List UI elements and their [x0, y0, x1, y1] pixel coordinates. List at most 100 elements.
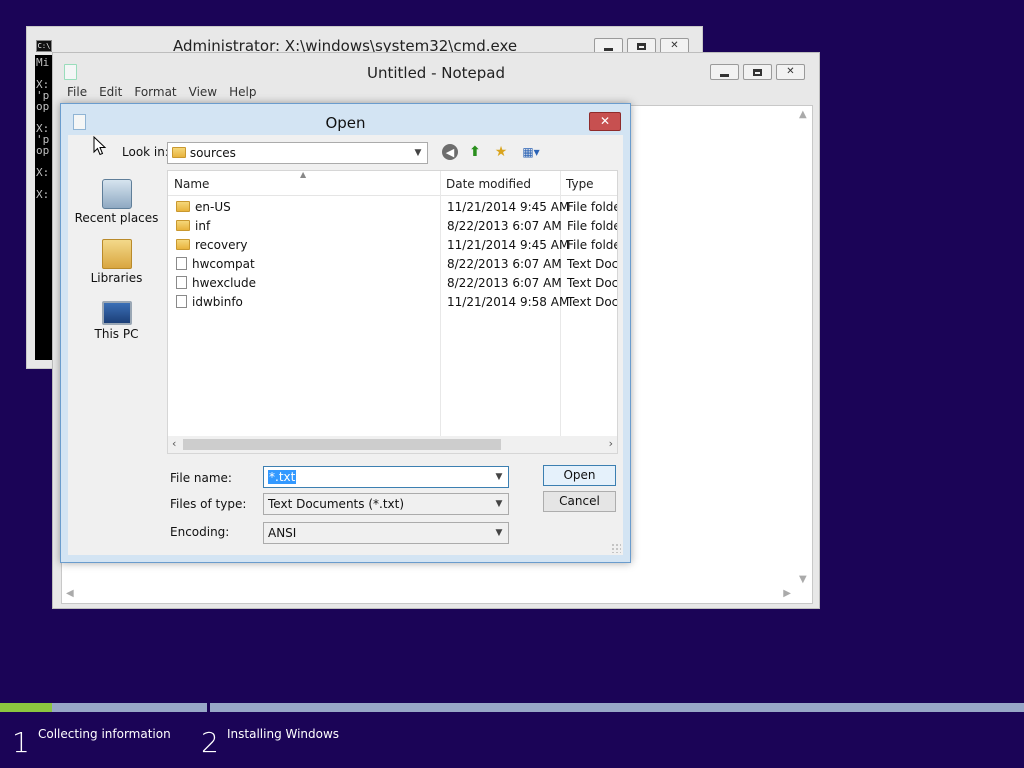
sort-ascending-icon: ▲ — [300, 170, 307, 179]
files-of-type-label: Files of type: — [170, 497, 247, 511]
folder-icon — [172, 147, 186, 158]
file-date: 8/22/2013 6:07 AM — [447, 276, 562, 290]
file-name-input[interactable]: *.txt ▼ — [263, 466, 509, 488]
column-header-name[interactable]: Name ▲ — [168, 171, 440, 196]
folder-icon — [176, 220, 190, 231]
file-list[interactable]: Name ▲ Date modified Type en-US 11/21/20… — [167, 170, 618, 454]
file-date: 8/22/2013 6:07 AM — [447, 257, 562, 271]
menu-help[interactable]: Help — [223, 83, 262, 103]
scroll-up-icon[interactable]: ▲ — [799, 109, 807, 120]
column-header-label: Date modified — [446, 177, 532, 191]
maximize-icon — [637, 42, 646, 50]
resize-grip[interactable] — [611, 543, 621, 553]
file-date: 11/21/2014 9:45 AM — [447, 238, 570, 252]
file-name: en-US — [195, 200, 231, 214]
scroll-down-icon[interactable]: ▼ — [799, 574, 807, 585]
file-row-idwbinfo[interactable]: idwbinfo 11/21/2014 9:58 AM Text Docu — [168, 293, 618, 312]
dialog-body: Look in: sources ▼ ◀ ⬆ ★ ▦▾ Recent place… — [68, 135, 623, 555]
this-pc-icon — [101, 301, 132, 325]
column-header-type[interactable]: Type — [560, 171, 617, 196]
file-type: Text Docu — [567, 295, 618, 309]
notepad-minimize-button[interactable] — [710, 64, 739, 80]
step-label: Installing Windows — [227, 727, 340, 741]
new-folder-button[interactable]: ★ — [492, 143, 510, 161]
look-in-label: Look in: — [122, 145, 169, 159]
dialog-close-button[interactable]: ✕ — [589, 112, 621, 131]
scroll-left-icon[interactable]: ◀ — [66, 588, 74, 599]
libraries-icon — [101, 239, 132, 269]
text-document-icon — [176, 295, 187, 308]
file-row-en-us[interactable]: en-US 11/21/2014 9:45 AM File folder — [168, 198, 617, 217]
close-icon: ✕ — [670, 40, 679, 51]
place-libraries[interactable]: Libraries — [68, 239, 165, 285]
menu-format[interactable]: Format — [128, 83, 182, 103]
dialog-toolbar: ◀ ⬆ ★ ▦▾ — [442, 143, 544, 161]
maximize-icon — [753, 68, 762, 76]
file-name: idwbinfo — [192, 295, 243, 309]
menu-file[interactable]: File — [61, 83, 93, 103]
close-icon: ✕ — [599, 114, 611, 128]
scroll-left-icon[interactable]: ‹ — [172, 437, 176, 450]
back-arrow-icon: ◀ — [445, 145, 455, 159]
file-name: hwcompat — [192, 257, 255, 271]
notepad-vertical-scrollbar[interactable]: ▲ ▼ — [795, 106, 812, 588]
scrollbar-thumb[interactable] — [183, 439, 501, 450]
mouse-cursor-icon — [93, 136, 107, 156]
progress-segment-installing — [210, 703, 1024, 712]
step-label: Collecting information — [38, 727, 171, 741]
file-date: 11/21/2014 9:45 AM — [447, 200, 570, 214]
file-name-value: *.txt — [268, 470, 297, 484]
chevron-down-icon[interactable]: ▼ — [492, 469, 506, 485]
notepad-maximize-button[interactable] — [743, 64, 772, 80]
files-of-type-dropdown[interactable]: Text Documents (*.txt) ▼ — [263, 493, 509, 515]
file-type: File folder — [567, 200, 617, 214]
progress-segment-collecting — [0, 703, 207, 712]
notepad-title: Untitled - Notepad — [366, 64, 506, 82]
place-this-pc[interactable]: This PC — [68, 301, 165, 341]
step-number: 2 — [201, 726, 219, 759]
up-one-level-button[interactable]: ⬆ — [466, 143, 484, 161]
place-label: Libraries — [90, 271, 143, 285]
look-in-dropdown[interactable]: sources ▼ — [167, 142, 428, 164]
file-date: 11/21/2014 9:58 AM — [447, 295, 570, 309]
menu-edit[interactable]: Edit — [93, 83, 128, 103]
scroll-right-icon[interactable]: › — [609, 437, 613, 450]
view-menu-button[interactable]: ▦▾ — [518, 143, 544, 161]
view-grid-icon: ▦▾ — [522, 145, 540, 159]
dialog-title: Open — [325, 114, 366, 132]
encoding-value: ANSI — [268, 526, 297, 540]
file-row-hwcompat[interactable]: hwcompat 8/22/2013 6:07 AM Text Docu — [168, 255, 617, 274]
notepad-horizontal-scrollbar[interactable]: ◀ ▶ — [62, 586, 795, 603]
look-in-value: sources — [189, 146, 236, 160]
chevron-down-icon: ▼ — [495, 499, 503, 509]
file-date: 8/22/2013 6:07 AM — [447, 219, 562, 233]
file-type: Text Docu — [567, 276, 618, 290]
chevron-down-icon: ▼ — [495, 528, 503, 538]
file-row-recovery[interactable]: recovery 11/21/2014 9:45 AM File folder — [168, 236, 617, 255]
place-label: This PC — [94, 327, 139, 341]
cmd-app-icon: C:\ — [36, 40, 52, 52]
text-document-icon — [176, 257, 187, 270]
encoding-dropdown[interactable]: ANSI ▼ — [263, 522, 509, 544]
file-row-hwexclude[interactable]: hwexclude 8/22/2013 6:07 AM Text Docu — [168, 274, 618, 293]
place-recent-places[interactable]: Recent places — [68, 179, 165, 225]
open-button[interactable]: Open — [543, 465, 616, 486]
file-name-label: File name: — [170, 471, 232, 485]
column-header-label: Name — [174, 177, 210, 191]
new-folder-icon: ★ — [494, 144, 508, 160]
scroll-right-icon[interactable]: ▶ — [783, 588, 791, 599]
notepad-close-button[interactable]: ✕ — [776, 64, 805, 80]
file-list-horizontal-scrollbar[interactable]: ‹ › — [168, 436, 617, 453]
dialog-titlebar[interactable]: Open ✕ — [61, 104, 630, 138]
file-row-inf[interactable]: inf 8/22/2013 6:07 AM File folder — [168, 217, 617, 236]
open-dialog[interactable]: Open ✕ Look in: sources ▼ ◀ ⬆ ★ ▦▾ Recen… — [60, 103, 631, 563]
back-button[interactable]: ◀ — [442, 144, 458, 160]
minimize-icon — [604, 47, 613, 51]
column-header-date[interactable]: Date modified — [440, 171, 560, 196]
file-type: File folder — [567, 238, 617, 252]
file-name: recovery — [195, 238, 248, 252]
cancel-button[interactable]: Cancel — [543, 491, 616, 512]
menu-view[interactable]: View — [183, 83, 223, 103]
folder-icon — [176, 239, 190, 250]
recent-places-icon — [101, 179, 132, 209]
